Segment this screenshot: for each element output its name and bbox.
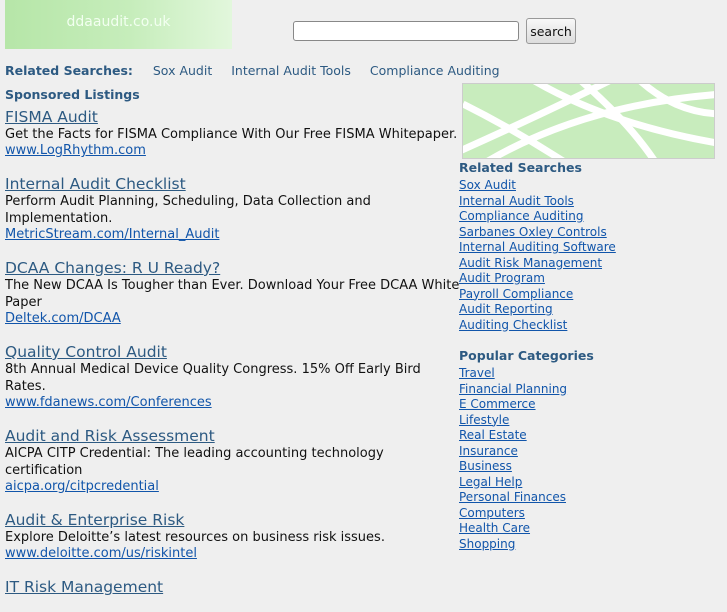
listing-item: DCAA Changes: R U Ready? The New DCAA Is… [5, 259, 460, 327]
header-bar: ddaaudit.co.uk search [0, 0, 727, 50]
sidebar: Related Searches Sox Audit Internal Audi… [459, 160, 719, 552]
listing-description: Explore Deloitte’s latest resources on b… [5, 530, 385, 545]
sidebar-category-link[interactable]: E Commerce [459, 397, 719, 413]
sidebar-related-link[interactable]: Internal Audit Tools [459, 194, 719, 210]
sidebar-related-link[interactable]: Payroll Compliance [459, 287, 719, 303]
sidebar-category-link[interactable]: Health Care [459, 521, 719, 537]
sidebar-related-link[interactable]: Auditing Checklist [459, 318, 719, 334]
sidebar-related-link[interactable]: Audit Reporting [459, 302, 719, 318]
listing-item: Quality Control Audit 8th Annual Medical… [5, 343, 460, 411]
sidebar-category-link[interactable]: Personal Finances [459, 490, 719, 506]
listing-description: Get the Facts for FISMA Compliance With … [5, 127, 458, 142]
sponsored-listings: FISMA Audit Get the Facts for FISMA Comp… [5, 108, 460, 612]
abstract-green-lines-graphic [463, 84, 714, 158]
listing-item: IT Risk Management [5, 578, 460, 596]
sidebar-category-link[interactable]: Legal Help [459, 475, 719, 491]
sidebar-related-link[interactable]: Sox Audit [459, 178, 719, 194]
listing-url[interactable]: www.LogRhythm.com [5, 143, 460, 159]
listing-title[interactable]: Quality Control Audit [5, 343, 460, 361]
listing-description: AICPA CITP Credential: The leading accou… [5, 446, 384, 478]
listing-url[interactable]: www.deloitte.com/us/riskintel [5, 546, 460, 562]
listing-item: Audit and Risk Assessment AICPA CITP Cre… [5, 427, 460, 495]
sidebar-related-link[interactable]: Audit Program [459, 271, 719, 287]
decorative-banner-image [462, 83, 715, 159]
logo-text: ddaaudit.co.uk [66, 14, 171, 30]
listing-item: Internal Audit Checklist Perform Audit P… [5, 175, 460, 243]
sidebar-category-link[interactable]: Lifestyle [459, 413, 719, 429]
sidebar-related-link[interactable]: Internal Auditing Software [459, 240, 719, 256]
sidebar-category-link[interactable]: Insurance [459, 444, 719, 460]
listing-description: 8th Annual Medical Device Quality Congre… [5, 362, 421, 394]
listing-title[interactable]: Internal Audit Checklist [5, 175, 460, 193]
sidebar-category-link[interactable]: Computers [459, 506, 719, 522]
listing-item: Audit & Enterprise Risk Explore Deloitte… [5, 511, 460, 562]
listing-url[interactable]: MetricStream.com/Internal_Audit [5, 227, 460, 243]
related-searches-bar: Related Searches: Sox Audit Internal Aud… [5, 63, 515, 78]
related-link-sox-audit[interactable]: Sox Audit [153, 63, 212, 78]
listing-url[interactable]: www.fdanews.com/Conferences [5, 395, 460, 411]
related-link-compliance-auditing[interactable]: Compliance Auditing [370, 63, 500, 78]
sidebar-category-link[interactable]: Shopping [459, 537, 719, 553]
listing-title[interactable]: Audit & Enterprise Risk [5, 511, 460, 529]
sidebar-category-link[interactable]: Business [459, 459, 719, 475]
sponsored-listings-heading: Sponsored Listings [5, 87, 140, 102]
sidebar-related-link[interactable]: Sarbanes Oxley Controls [459, 225, 719, 241]
listing-item: FISMA Audit Get the Facts for FISMA Comp… [5, 108, 460, 159]
sidebar-popular-heading: Popular Categories [459, 348, 594, 363]
related-link-internal-audit-tools[interactable]: Internal Audit Tools [231, 63, 351, 78]
sidebar-related-link[interactable]: Compliance Auditing [459, 209, 719, 225]
search-input[interactable] [293, 21, 519, 41]
listing-title[interactable]: DCAA Changes: R U Ready? [5, 259, 460, 277]
listing-url[interactable]: aicpa.org/citpcredential [5, 479, 460, 495]
search-button[interactable]: search [526, 18, 576, 44]
site-logo[interactable]: ddaaudit.co.uk [5, 0, 232, 49]
sidebar-category-link[interactable]: Financial Planning [459, 382, 719, 398]
listing-title[interactable]: FISMA Audit [5, 108, 460, 126]
listing-url[interactable]: Deltek.com/DCAA [5, 311, 460, 327]
sidebar-category-link[interactable]: Real Estate [459, 428, 719, 444]
sidebar-related-link[interactable]: Audit Risk Management [459, 256, 719, 272]
listing-title[interactable]: Audit and Risk Assessment [5, 427, 460, 445]
listing-title[interactable]: IT Risk Management [5, 578, 460, 596]
listing-description: Perform Audit Planning, Scheduling, Data… [5, 194, 371, 226]
sidebar-category-link[interactable]: Travel [459, 366, 719, 382]
sidebar-related-heading: Related Searches [459, 160, 582, 175]
related-searches-label: Related Searches: [5, 63, 133, 78]
listing-description: The New DCAA Is Tougher than Ever. Downl… [5, 278, 460, 310]
